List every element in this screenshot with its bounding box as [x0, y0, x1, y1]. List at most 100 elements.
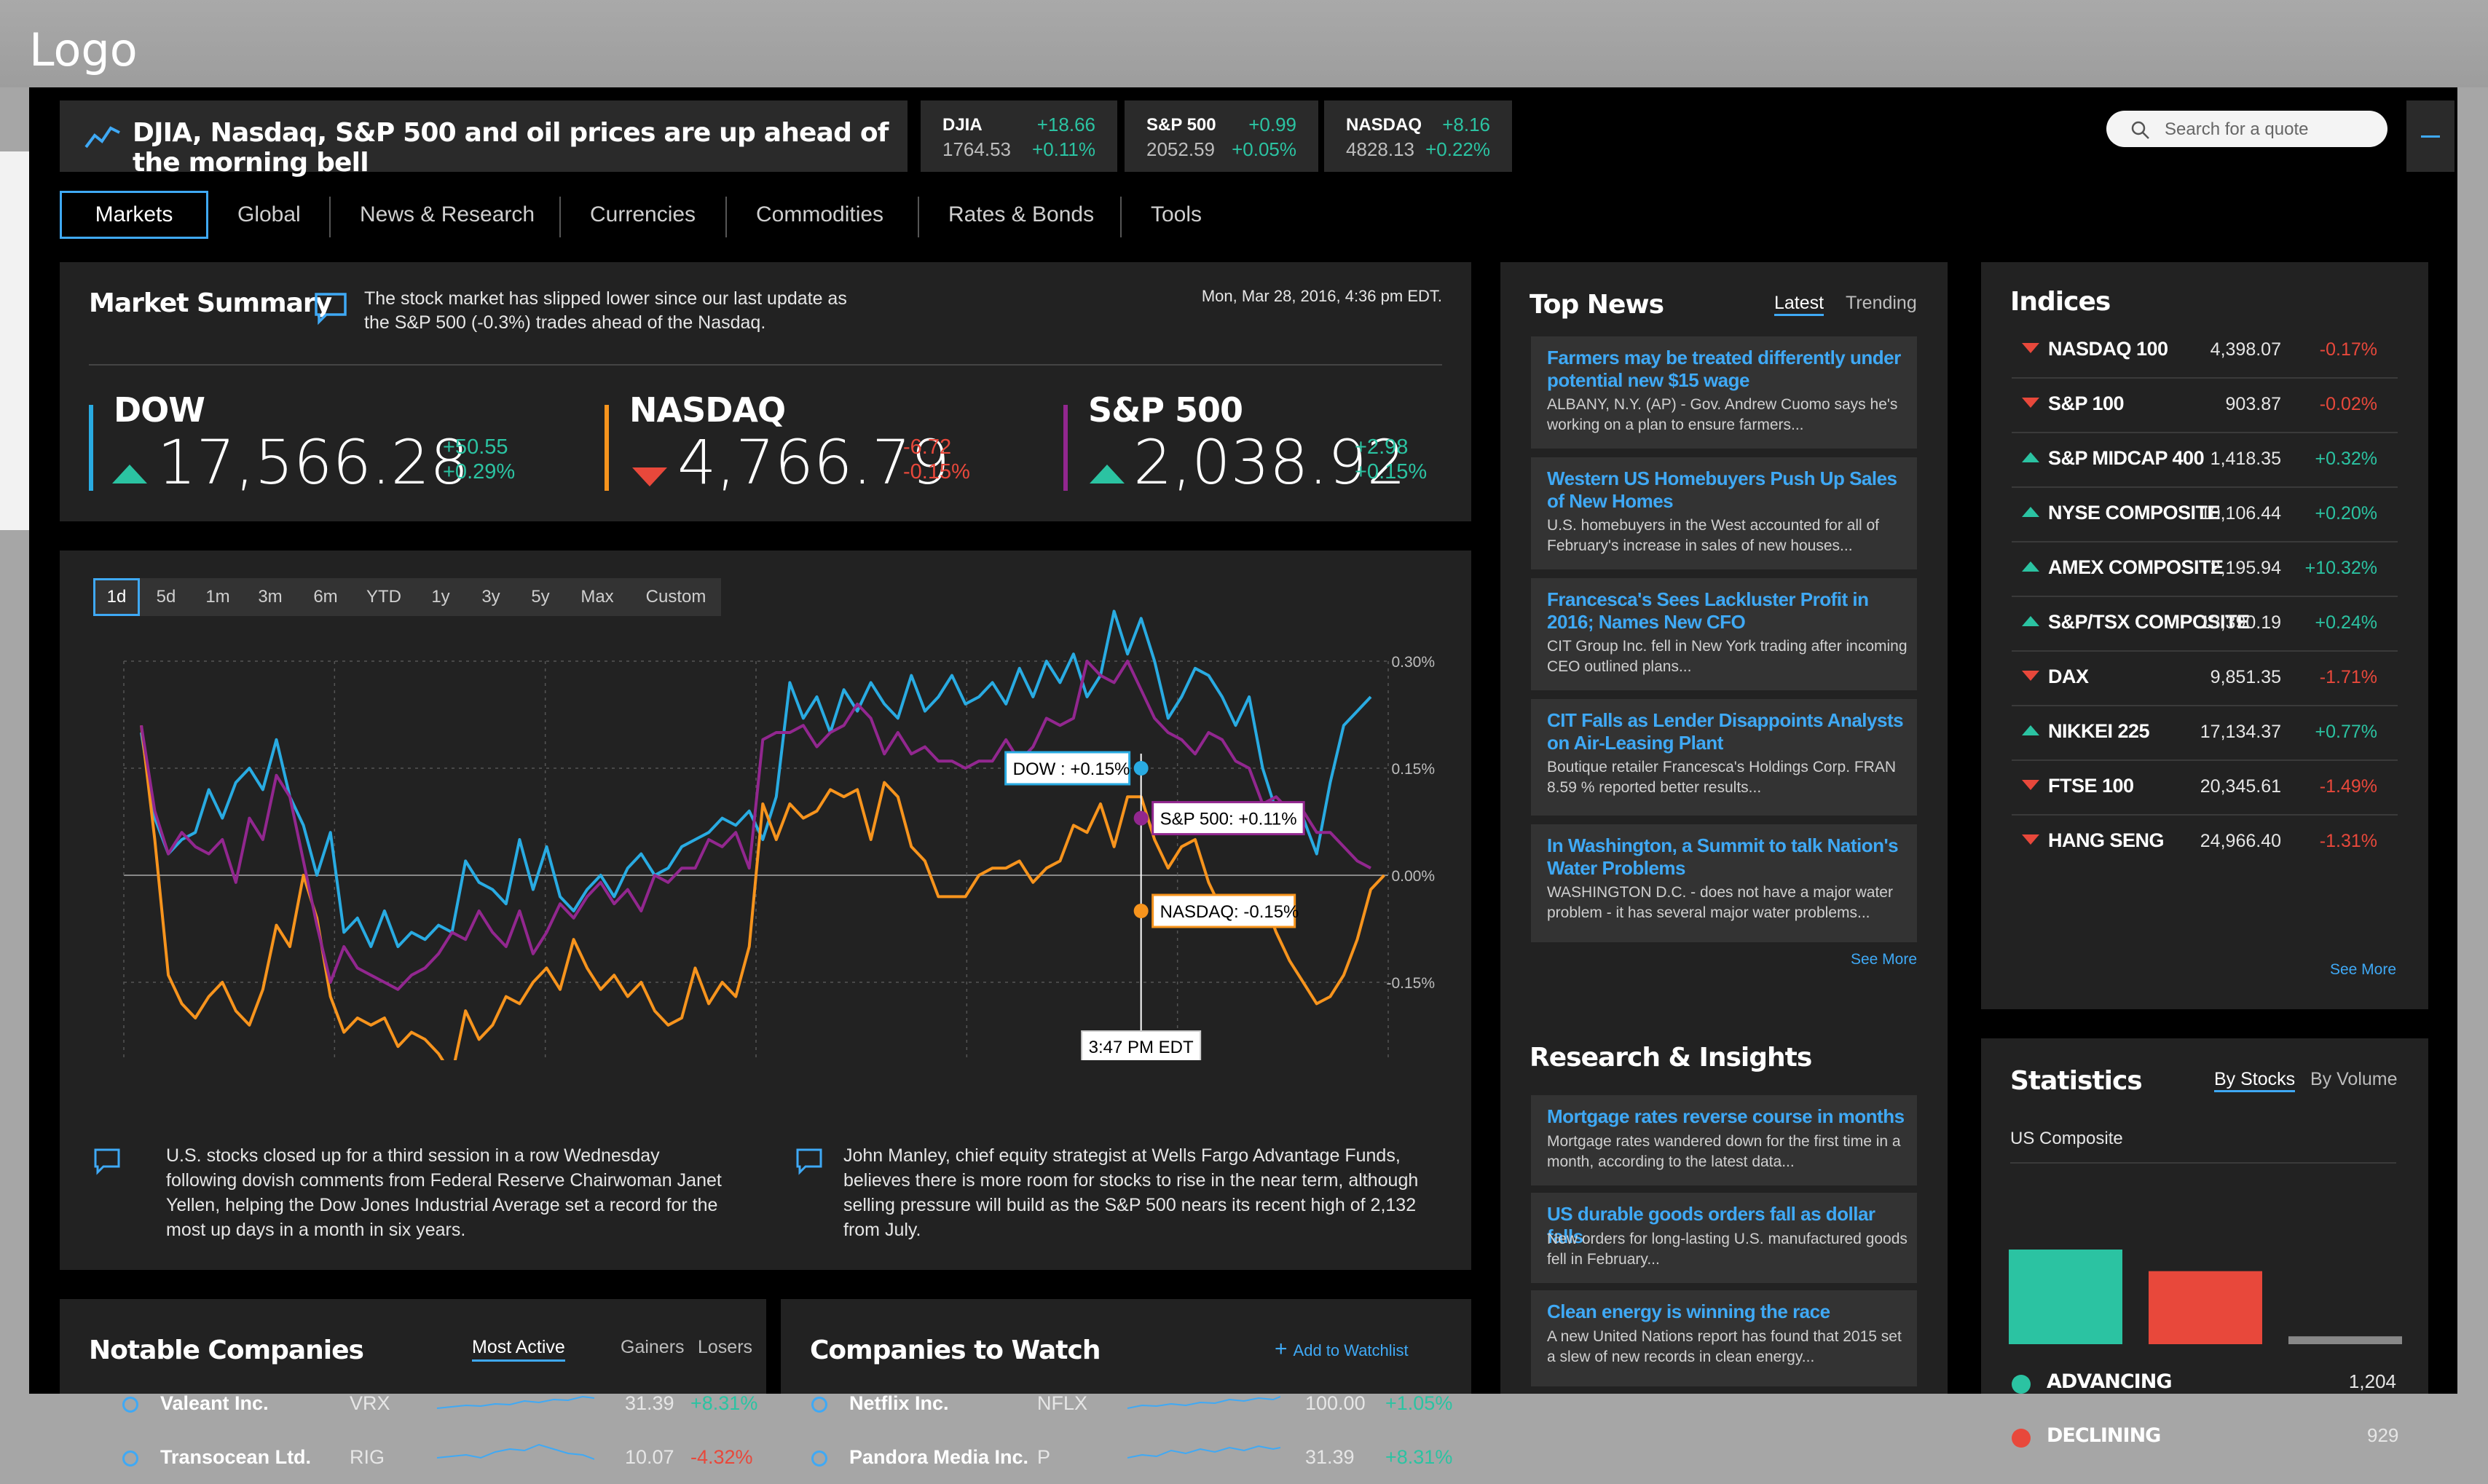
- news-title[interactable]: Western US Homebuyers Push Up Sales of N…: [1547, 467, 1911, 513]
- stat-bar-declining: [2149, 1271, 2262, 1344]
- research-item-title[interactable]: Mortgage rates reverse course in months: [1547, 1105, 1911, 1128]
- research-item[interactable]: Mortgage rates reverse course in months …: [1531, 1095, 1917, 1185]
- research-item[interactable]: US durable goods orders fall as dollar f…: [1531, 1193, 1917, 1283]
- company-price: 31.39: [625, 1392, 674, 1414]
- company-percent: +1.05%: [1385, 1392, 1453, 1414]
- index-name: S&P MIDCAP 400: [2048, 447, 2205, 469]
- watch-title: Companies to Watch: [810, 1335, 1101, 1365]
- nav-currencies[interactable]: Currencies: [590, 191, 696, 239]
- menu-button[interactable]: [2406, 100, 2454, 172]
- select-circle[interactable]: [811, 1451, 827, 1467]
- index-row[interactable]: FTSE 100 20,345.61 -1.49%: [2012, 760, 2398, 816]
- company-ticker: RIG: [350, 1446, 385, 1468]
- news-item[interactable]: Francesca's Sees Lackluster Profit in 20…: [1531, 578, 1917, 690]
- search-input[interactable]: Search for a quote: [2106, 111, 2387, 147]
- index-name: NASDAQ 100: [2048, 338, 2168, 360]
- ticker-djia[interactable]: DJIA 1764.53 +18.66 +0.11%: [921, 100, 1117, 172]
- index-row[interactable]: AMEX COMPOSITE 2,195.94 +10.32%: [2012, 542, 2398, 597]
- tab-latest[interactable]: Latest: [1774, 293, 1824, 316]
- index-name: HANG SENG: [2048, 829, 2165, 851]
- news-desc: CIT Group Inc. fell in New York trading …: [1547, 638, 1908, 675]
- nasdaq-percent: -0.15%: [903, 460, 970, 484]
- ticker-percent: +0.05%: [1232, 138, 1296, 160]
- y-tick-label: 0.30%: [1391, 654, 1435, 671]
- dow-value: 17,566.28: [157, 427, 469, 498]
- statistics-chart: [2009, 1250, 2402, 1344]
- advancing-value: 1,204: [2348, 1370, 2396, 1392]
- down-arrow-icon: [632, 467, 667, 486]
- headline-banner[interactable]: DJIA, Nasdaq, S&P 500 and oil prices are…: [60, 100, 908, 178]
- nav-global[interactable]: Global: [237, 191, 301, 239]
- index-row[interactable]: S&P MIDCAP 400 1,418.35 +0.32%: [2012, 433, 2398, 488]
- ticker-change: +0.99: [1248, 114, 1296, 135]
- news-title[interactable]: In Washington, a Summit to talk Nation's…: [1547, 834, 1911, 880]
- nav-tools[interactable]: Tools: [1151, 191, 1202, 239]
- table-row[interactable]: Pandora Media Inc. P 31.39 +8.31%: [810, 1433, 1465, 1484]
- news-item[interactable]: Farmers may be treated differently under…: [1531, 336, 1917, 449]
- index-row[interactable]: NYSE COMPOSITE 10,106.44 +0.20%: [2012, 487, 2398, 542]
- up-arrow-icon: [2022, 725, 2039, 735]
- index-percent: -0.02%: [2319, 394, 2377, 414]
- index-percent: +0.77%: [2315, 722, 2378, 742]
- research-item[interactable]: Clean energy is winning the race A new U…: [1531, 1290, 1917, 1386]
- select-circle[interactable]: [122, 1451, 138, 1467]
- research-item-title[interactable]: Clean energy is winning the race: [1547, 1301, 1911, 1323]
- index-value: 903.87: [2225, 394, 2281, 414]
- nav-rates-bonds[interactable]: Rates & Bonds: [948, 191, 1094, 239]
- research-panel: Research & Insights Mortgage rates rever…: [1500, 1021, 1948, 1394]
- index-percent: -0.17%: [2319, 339, 2377, 360]
- nav-news-research[interactable]: News & Research: [360, 191, 535, 239]
- logo[interactable]: Logo: [29, 23, 138, 76]
- index-row[interactable]: DAX 9,851.35 -1.71%: [2012, 651, 2398, 706]
- index-row[interactable]: NIKKEI 225 17,134.37 +0.77%: [2012, 706, 2398, 761]
- index-row[interactable]: NASDAQ 100 4,398.07 -0.17%: [2012, 323, 2398, 379]
- news-title[interactable]: Farmers may be treated differently under…: [1547, 347, 1911, 392]
- price-chart[interactable]: 0.30%0.15%0.00%-0.15%-0.30% 10:30 AM11:3…: [60, 550, 1471, 1060]
- market-summary-message: The stock market has slipped lower since…: [364, 288, 847, 333]
- add-to-watchlist-link[interactable]: + Add to Watchlist: [1275, 1337, 1409, 1362]
- comment-icon: [796, 1148, 822, 1175]
- comment-icon: [315, 293, 347, 325]
- tab-gainers[interactable]: Gainers: [621, 1337, 685, 1358]
- top-news-panel: Top News Latest Trending Farmers may be …: [1500, 262, 1948, 1076]
- company-name: Transocean Ltd.: [160, 1446, 312, 1468]
- nav-commodities[interactable]: Commodities: [756, 191, 883, 239]
- news-item[interactable]: CIT Falls as Lender Disappoints Analysts…: [1531, 699, 1917, 816]
- index-percent: +0.20%: [2315, 503, 2378, 524]
- research-item-desc: Mortgage rates wandered down for the fir…: [1547, 1133, 1901, 1170]
- nav-markets[interactable]: Markets: [60, 191, 208, 239]
- tab-most-active[interactable]: Most Active: [472, 1337, 565, 1362]
- news-item[interactable]: In Washington, a Summit to talk Nation's…: [1531, 824, 1917, 942]
- tab-trending[interactable]: Trending: [1846, 293, 1917, 314]
- company-percent: +8.31%: [1385, 1446, 1453, 1468]
- ticker-nasdaq[interactable]: NASDAQ 4828.13 +8.16 +0.22%: [1324, 100, 1512, 172]
- select-circle[interactable]: [122, 1397, 138, 1413]
- table-row[interactable]: Transocean Ltd. RIG 10.07 -4.32%: [89, 1433, 759, 1484]
- select-circle[interactable]: [811, 1397, 827, 1413]
- see-more-link[interactable]: See More: [1851, 951, 1917, 968]
- up-arrow-icon: [2022, 561, 2039, 572]
- news-desc: U.S. homebuyers in the West accounted fo…: [1547, 517, 1880, 554]
- index-row[interactable]: S&P 100 903.87 -0.02%: [2012, 378, 2398, 433]
- table-row[interactable]: Netflix Inc. NFLX 100.00 +1.05%: [810, 1379, 1465, 1430]
- index-value: 1,418.35: [2210, 449, 2281, 469]
- news-item[interactable]: Western US Homebuyers Push Up Sales of N…: [1531, 457, 1917, 569]
- index-row[interactable]: S&P/TSX COMPOSITE 13,390.19 +0.24%: [2012, 596, 2398, 652]
- up-arrow-icon: [2022, 507, 2039, 517]
- market-summary-timestamp: Mon, Mar 28, 2016, 4:36 pm EDT.: [1201, 287, 1442, 305]
- index-name: FTSE 100: [2048, 775, 2134, 797]
- see-more-link[interactable]: See More: [2330, 961, 2396, 979]
- research-item-desc: A new United Nations report has found th…: [1547, 1328, 1902, 1365]
- company-price: 100.00: [1305, 1392, 1366, 1414]
- index-value: 9,851.35: [2210, 667, 2281, 687]
- table-row[interactable]: Valeant Inc. VRX 31.39 +8.31%: [89, 1379, 759, 1430]
- ticker-sp500[interactable]: S&P 500 2052.59 +0.99 +0.05%: [1125, 100, 1318, 172]
- ticker-percent: +0.22%: [1425, 138, 1490, 160]
- ticker-name: NASDAQ: [1346, 115, 1422, 135]
- tab-losers[interactable]: Losers: [698, 1337, 752, 1358]
- company-ticker: VRX: [350, 1392, 390, 1414]
- news-title[interactable]: Francesca's Sees Lackluster Profit in 20…: [1547, 588, 1911, 634]
- news-title[interactable]: CIT Falls as Lender Disappoints Analysts…: [1547, 709, 1911, 754]
- stat-bar-advancing: [2009, 1250, 2122, 1344]
- index-row[interactable]: HANG SENG 24,966.40 -1.31%: [2012, 815, 2398, 869]
